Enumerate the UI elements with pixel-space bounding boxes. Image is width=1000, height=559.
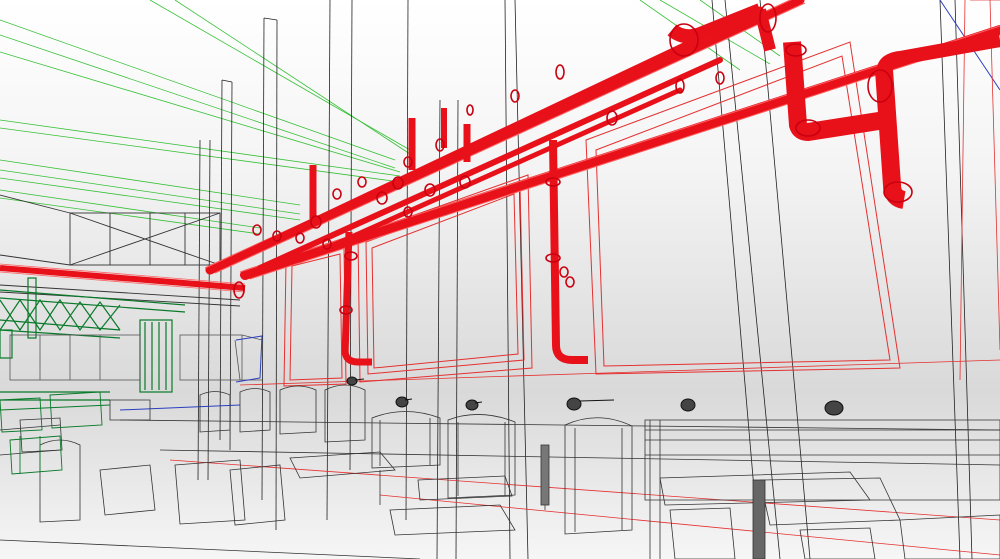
structural-columns xyxy=(197,0,973,559)
green-framing-grid xyxy=(0,277,186,401)
sconce-light xyxy=(465,399,483,411)
sconce-light xyxy=(680,398,696,412)
booth-seating xyxy=(0,384,1000,559)
sconce-light xyxy=(395,396,413,408)
left-window-frames xyxy=(9,334,263,381)
wireframe-render xyxy=(0,0,1000,559)
green-cable-lines xyxy=(0,0,781,235)
sconce-light xyxy=(824,400,844,416)
green-chairs-left xyxy=(0,391,111,475)
wireframe-drawing xyxy=(0,0,1000,559)
pipe-fittings xyxy=(233,3,913,315)
wall-sconce-lights xyxy=(346,376,844,416)
sconce-light xyxy=(566,397,615,411)
red-pipe-system xyxy=(0,0,1000,366)
